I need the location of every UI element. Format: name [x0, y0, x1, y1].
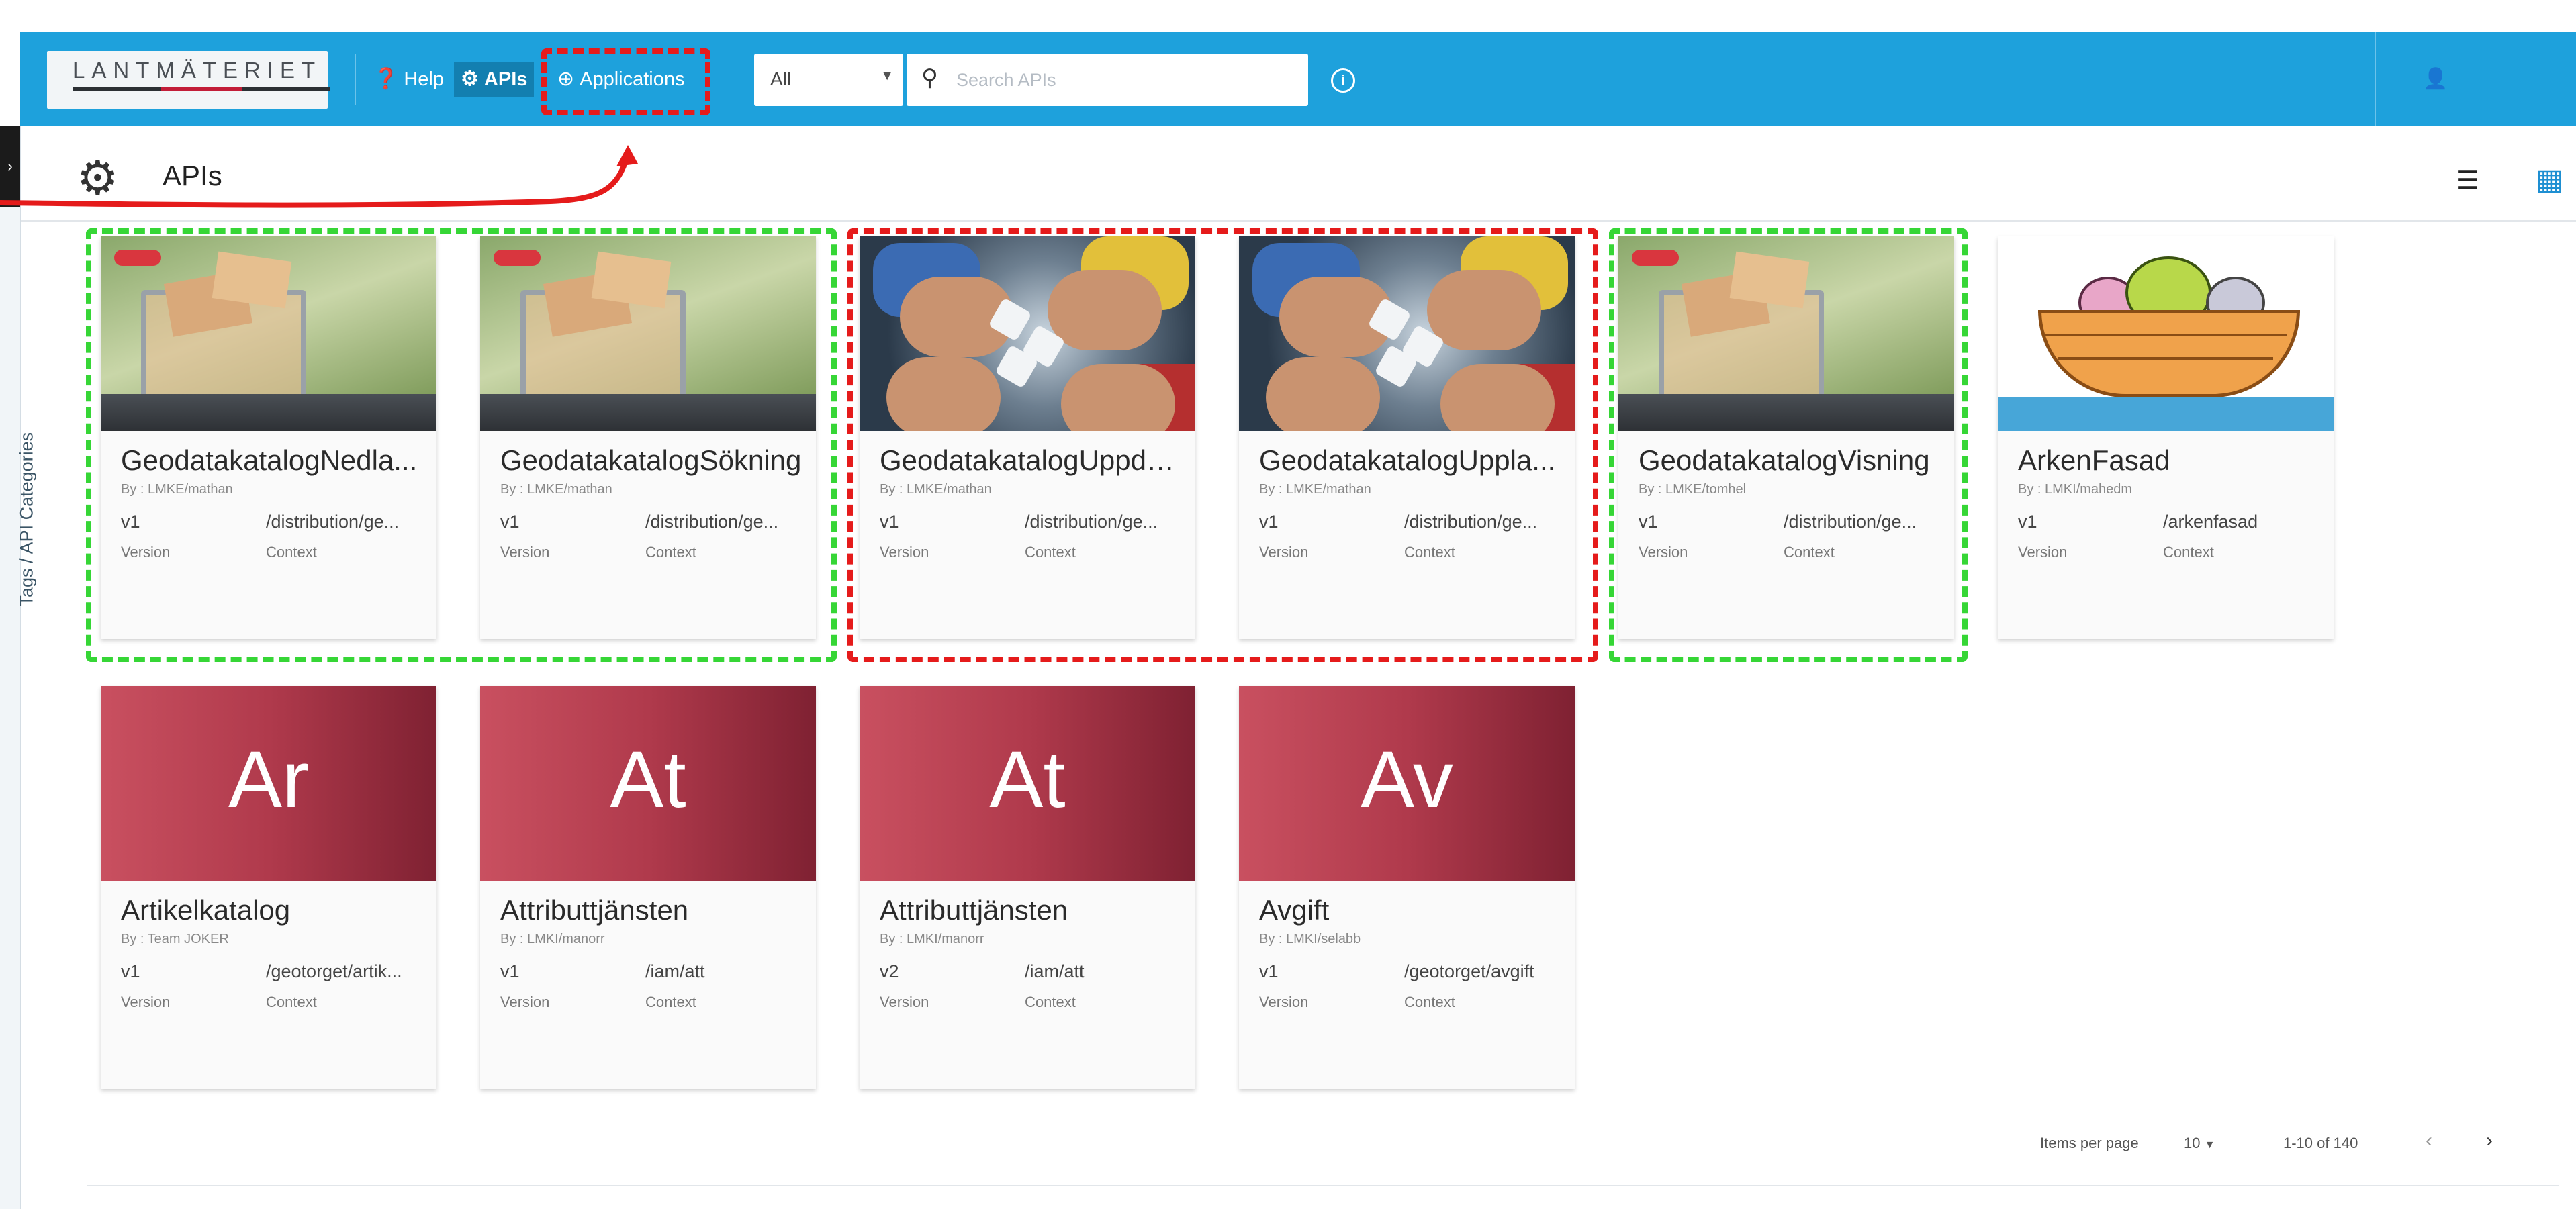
nav-apis-label: APIs: [484, 68, 528, 90]
letter-avatar: At: [860, 686, 1195, 881]
version-label: Version: [880, 994, 929, 1010]
api-author: By : LMKI/selabb: [1259, 932, 1361, 947]
api-context: /iam/att: [645, 961, 705, 981]
version-label: Version: [2018, 544, 2068, 561]
api-version: v1: [500, 961, 520, 981]
api-name[interactable]: Artikelkatalog: [121, 894, 423, 926]
next-page-icon[interactable]: ›: [2486, 1129, 2493, 1152]
sidebar-tags-label[interactable]: Tags / API Categories: [17, 432, 38, 607]
api-context: /arkenfasad: [2163, 512, 2258, 532]
user-icon[interactable]: 👤: [2423, 67, 2448, 91]
api-filter-value: All: [770, 68, 792, 89]
context-label: Context: [1025, 994, 1076, 1010]
search-placeholder: Search APIs: [956, 70, 1056, 90]
letter-avatar-text: At: [610, 734, 686, 824]
chevron-down-icon: ▼: [2204, 1139, 2215, 1151]
letter-avatar-text: Av: [1361, 734, 1453, 824]
letter-avatar: At: [480, 686, 816, 881]
api-version: v1: [1259, 961, 1279, 981]
top-whitespace: [0, 0, 2576, 32]
pagination-range: 1-10 of 140: [2283, 1134, 2358, 1151]
applications-highlight: [541, 48, 710, 115]
api-author: By : LMKI/manorr: [500, 932, 605, 947]
context-label: Context: [645, 994, 696, 1010]
api-version: v1: [121, 961, 140, 981]
search-input[interactable]: ⚲ Search APIs: [907, 54, 1308, 106]
prev-page-icon[interactable]: ‹: [2426, 1129, 2432, 1152]
api-name[interactable]: Attributtjänsten: [880, 894, 1182, 926]
annotation-arrow: [0, 145, 638, 208]
api-context: /geotorget/artik...: [266, 961, 402, 981]
list-view-icon[interactable]: ☰: [2456, 165, 2479, 195]
info-icon[interactable]: i: [1331, 68, 1355, 93]
version-label: Version: [500, 994, 550, 1010]
api-name[interactable]: Avgift: [1259, 894, 1561, 926]
chevron-down-icon: ▼: [880, 68, 894, 83]
nav-apis[interactable]: ⚙ APIs: [454, 62, 535, 97]
api-author: By : LMKI/mahedm: [2018, 482, 2133, 497]
api-filter-select[interactable]: All ▼: [754, 54, 903, 106]
api-context: /geotorget/avgift: [1404, 961, 1534, 981]
api-card[interactable]: ArkenFasad By : LMKI/mahedm v1 /arkenfas…: [1998, 236, 2334, 639]
letter-avatar-text: At: [989, 734, 1066, 824]
search-icon: ⚲: [921, 65, 938, 91]
header-divider: [355, 54, 356, 105]
api-context: /iam/att: [1025, 961, 1085, 981]
user-divider: [2375, 32, 2376, 126]
nav-help-label: Help: [404, 68, 445, 90]
letter-avatar-text: Ar: [228, 734, 309, 824]
left-rail: Tags / API Categories: [0, 126, 37, 1209]
api-name[interactable]: Attributtjänsten: [500, 894, 802, 926]
items-per-page-label: Items per page: [2040, 1134, 2139, 1151]
context-label: Context: [1404, 994, 1455, 1010]
app-bar: LANTMÄTERIET ❓ Help ⚙ APIs ⊕ Applications A…: [20, 32, 2576, 126]
grid-view-icon[interactable]: ▦: [2536, 162, 2564, 197]
version-label: Version: [1259, 994, 1309, 1010]
items-per-page-select[interactable]: 10 ▼: [2184, 1134, 2215, 1152]
api-card[interactable]: At Attributtjänsten By : LMKI/manorr v2 …: [860, 686, 1195, 1089]
context-label: Context: [2163, 544, 2214, 561]
logo-bar: [73, 87, 330, 91]
api-version: v2: [880, 961, 899, 981]
lantmateriet-logo[interactable]: LANTMÄTERIET: [47, 51, 330, 109]
context-label: Context: [266, 994, 317, 1010]
gear-icon: ⚙: [461, 68, 479, 90]
version-label: Version: [121, 994, 171, 1010]
help-circle-icon: ❓: [373, 68, 399, 90]
red-highlight-group: [847, 228, 1598, 662]
noahs-ark-image: [1998, 236, 2334, 431]
logo-text: LANTMÄTERIET: [73, 58, 322, 83]
api-version: v1: [2018, 512, 2037, 532]
green-highlight-group-1: [86, 228, 837, 662]
api-author: By : Team JOKER: [121, 932, 229, 947]
api-card[interactable]: At Attributtjänsten By : LMKI/manorr v1 …: [480, 686, 816, 1089]
green-highlight-group-2: [1609, 228, 1968, 662]
letter-avatar: Av: [1239, 686, 1575, 881]
letter-avatar: Ar: [101, 686, 436, 881]
api-author: By : LMKI/manorr: [880, 932, 984, 947]
api-name[interactable]: ArkenFasad: [2018, 444, 2320, 477]
items-per-page-value: 10: [2184, 1134, 2201, 1151]
footer-divider: [87, 1185, 2559, 1186]
api-card[interactable]: Ar Artikelkatalog By : Team JOKER v1 /ge…: [101, 686, 436, 1089]
api-card[interactable]: Av Avgift By : LMKI/selabb v1 /geotorget…: [1239, 686, 1575, 1089]
nav-help[interactable]: ❓ Help: [367, 62, 451, 97]
